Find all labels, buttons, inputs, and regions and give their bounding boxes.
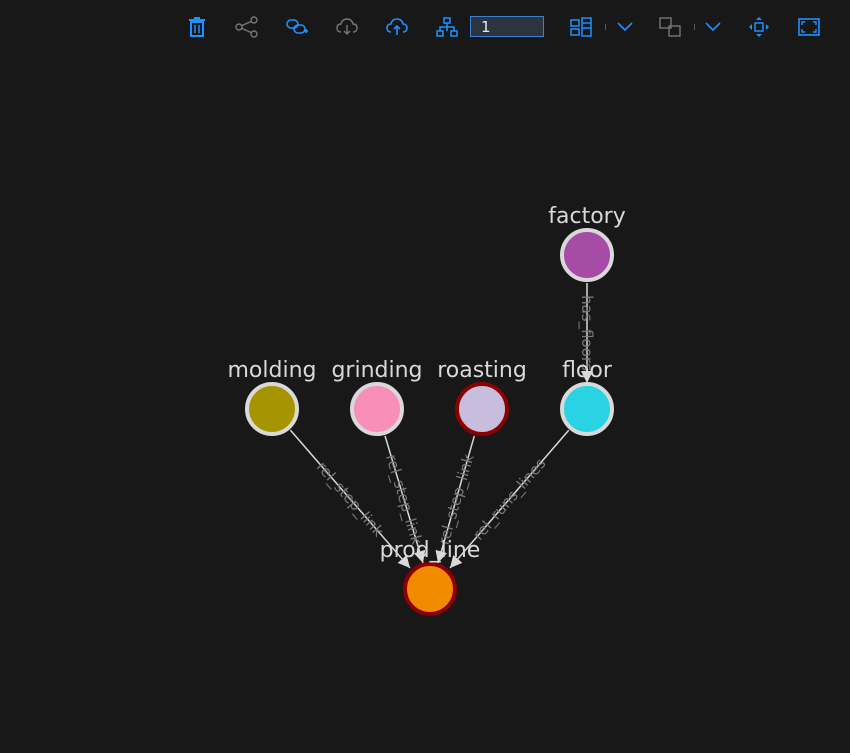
node-label: grinding (331, 358, 422, 383)
graph-node-factory[interactable]: factory (548, 204, 626, 282)
edge-label: rel_step_link (381, 452, 426, 547)
node-circle[interactable] (455, 382, 509, 436)
edge-label: rel_step_link (312, 458, 388, 541)
graph-node-molding[interactable]: molding (228, 358, 317, 436)
graph-canvas[interactable]: has_floorsrel_step_linkrel_step_link rel_… (0, 0, 850, 753)
node-label: prod_line (380, 538, 481, 563)
node-circle[interactable] (245, 382, 299, 436)
node-label: factory (548, 204, 625, 229)
node-label: floor (562, 358, 613, 383)
node-circle[interactable] (403, 562, 457, 616)
node-label: roasting (437, 358, 527, 383)
graph-node-roasting[interactable]: roasting (437, 358, 527, 436)
edge-label: rel_runs_lines (469, 454, 550, 544)
node-circle[interactable] (560, 228, 614, 282)
graph-node-prod_line[interactable]: prod_line (380, 538, 481, 616)
graph-node-floor[interactable]: floor (560, 358, 614, 436)
node-label: molding (228, 358, 317, 383)
node-circle[interactable] (560, 382, 614, 436)
graph-node-grinding[interactable]: grinding (331, 358, 423, 436)
node-circle[interactable] (350, 382, 404, 436)
